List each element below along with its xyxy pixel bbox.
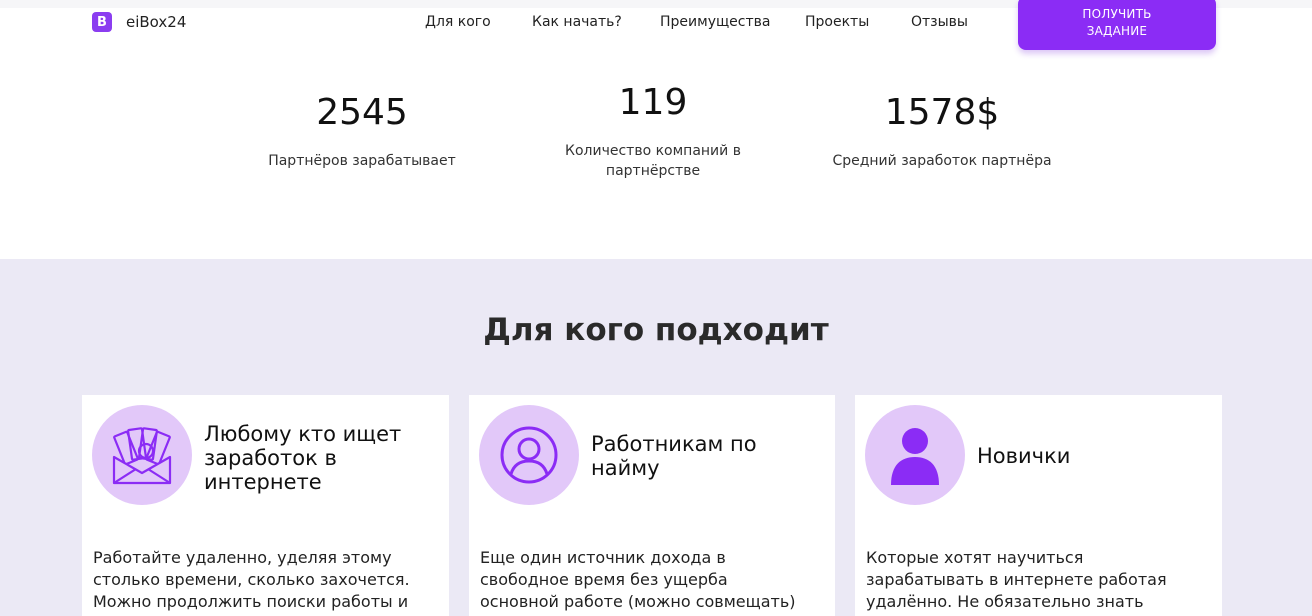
card-title-line: найму — [591, 456, 660, 480]
site-header: B eiBox24 Для кого Как начать? Преимущес… — [0, 0, 1312, 60]
icon-circle — [479, 405, 579, 505]
get-task-button[interactable]: ПОЛУЧИТЬ ЗАДАНИЕ — [1018, 0, 1216, 50]
card-title-line: Новички — [977, 444, 1071, 468]
person-circle-icon — [500, 426, 558, 484]
logo-text: eiBox24 — [126, 13, 187, 31]
section-title: Для кого подходит — [483, 312, 829, 348]
card-title-line: Любому кто ищет — [204, 422, 402, 446]
stat-average-earnings: 1578$ Средний заработок партнёра — [832, 92, 1052, 171]
icon-circle — [865, 405, 965, 505]
card-title-line: заработок в — [204, 446, 337, 470]
cta-label-line1: ПОЛУЧИТЬ — [1082, 7, 1152, 21]
card-title-line: интернете — [204, 470, 322, 494]
card-title: Новички — [977, 444, 1070, 468]
audience-card: Любому кто ищет заработок в интернете Ра… — [82, 395, 449, 616]
logo[interactable]: B eiBox24 — [92, 12, 186, 32]
card-description: Работайте удаленно, уделяя этому столько… — [93, 548, 410, 611]
stat-label-line1: Количество компаний в — [565, 143, 741, 159]
nav-item-how-to-start[interactable]: Как начать? — [532, 14, 622, 30]
nav-item-reviews[interactable]: Отзывы — [911, 14, 968, 30]
icon-circle — [92, 405, 192, 505]
money-envelope-icon — [112, 427, 172, 485]
person-icon — [891, 428, 939, 485]
stat-value: 2545 — [316, 92, 408, 133]
card-title-line: Работникам по — [591, 432, 757, 456]
nav-item-projects[interactable]: Проекты — [805, 14, 869, 30]
stat-label: Партнёров зарабатывает — [268, 153, 456, 169]
stat-label-line2: партнёрстве — [605, 163, 701, 179]
stat-value: 119 — [618, 82, 688, 123]
cta-label-line2: ЗАДАНИЕ — [1086, 24, 1148, 38]
audience-card: Новички Которые хотят научиться зарабаты… — [855, 395, 1222, 616]
stat-label: Средний заработок партнёра — [832, 153, 1052, 169]
card-title: Любому кто ищет заработок в интернете — [204, 422, 401, 494]
nav-item-for-whom[interactable]: Для кого — [425, 14, 491, 30]
card-description: Еще один источник дохода в свободное вре… — [480, 548, 796, 611]
stat-companies: 119 Количество компаний в партнёрстве — [543, 82, 763, 181]
card-description: Которые хотят научиться зарабатывать в и… — [866, 548, 1167, 616]
card-title: Работникам по найму — [591, 432, 757, 480]
stat-partners: 2545 Партнёров зарабатывает — [252, 92, 472, 171]
audience-card: Работникам по найму Еще один источник до… — [469, 395, 835, 616]
stat-value: 1578$ — [884, 92, 1000, 133]
logo-icon: B — [92, 12, 112, 32]
nav-item-advantages[interactable]: Преимущества — [660, 14, 770, 30]
